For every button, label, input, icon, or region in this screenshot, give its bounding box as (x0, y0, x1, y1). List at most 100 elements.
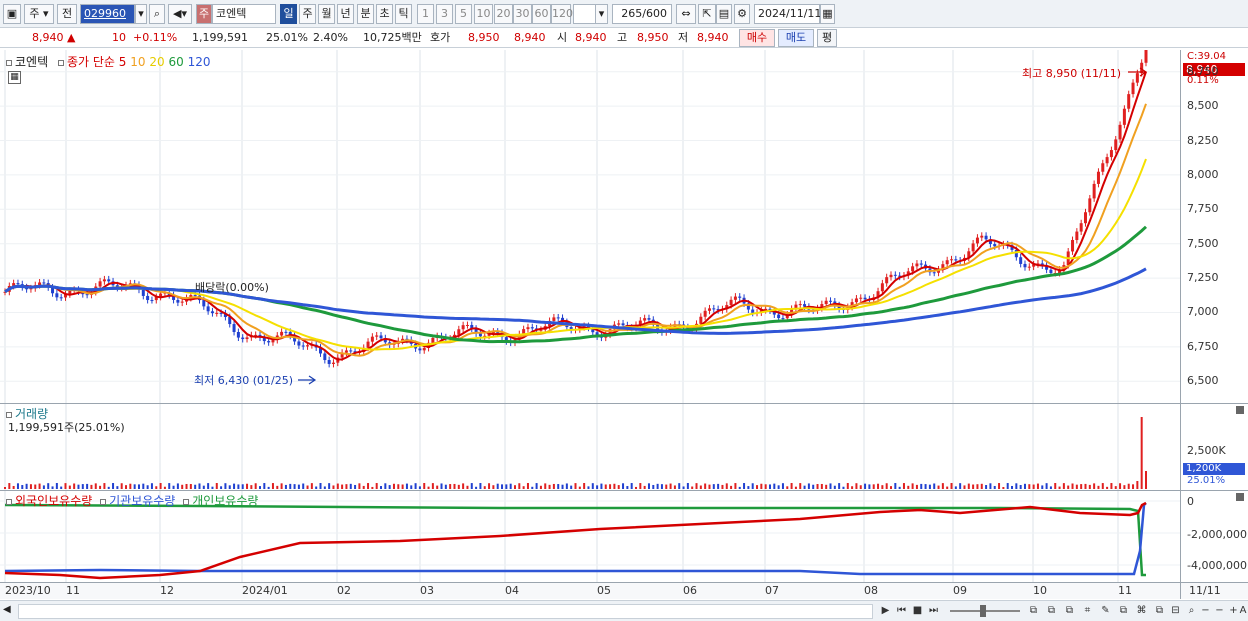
grid-icon[interactable]: ▦ (8, 71, 21, 84)
num-120[interactable]: 120 (551, 4, 573, 24)
stock-code-input[interactable]: 029960 (80, 4, 135, 24)
scroll-track[interactable] (18, 604, 873, 619)
layout-c-icon[interactable]: ⧉ (1062, 603, 1077, 619)
candle-body (1118, 124, 1122, 140)
retail-toggle-icon[interactable] (183, 498, 190, 505)
inst-toggle-icon[interactable] (100, 498, 107, 505)
candle-body (327, 360, 331, 364)
volume-bar (1084, 483, 1087, 489)
candle-body (1023, 263, 1027, 268)
volume-bar (427, 486, 430, 489)
volume-bar (1075, 484, 1078, 489)
code-dropdown-icon[interactable]: ▾ (135, 4, 147, 24)
volume-bar (924, 484, 927, 489)
period-month[interactable]: 월 (318, 4, 335, 24)
search-icon[interactable]: ⌕ (149, 4, 165, 24)
zoom-icon[interactable]: ⇔ (676, 4, 696, 24)
price-tick-label: 7,750 (1187, 202, 1219, 216)
volume-bar (518, 483, 521, 489)
low-annotation: 최저 6,430 (01/25) (194, 374, 293, 387)
volume-toggle-icon[interactable] (6, 411, 12, 418)
num-30[interactable]: 30 (513, 4, 532, 24)
layout-b-icon[interactable]: ⧉ (1044, 603, 1059, 619)
price-panel: 최고 8,950 (11/11) 최저 6,430 (01/25) 배당락(0.00… (0, 50, 1248, 404)
volume-bar (207, 483, 210, 489)
period-day[interactable]: 일 (280, 4, 297, 24)
bar-count-field[interactable]: 265/600 (612, 4, 672, 24)
period-second[interactable]: 초 (376, 4, 393, 24)
legend-institution: 기관보유수량 (109, 494, 176, 508)
price-chart[interactable]: 최고 8,950 (11/11) 최저 6,430 (01/25) 배당락(0.00… (0, 50, 1180, 403)
volume-bar (1127, 483, 1130, 489)
prev-button[interactable]: 전 (57, 4, 77, 24)
num-5[interactable]: 5 (455, 4, 472, 24)
volume-bar (505, 484, 508, 489)
volume-bar (1019, 485, 1022, 489)
volume-bar (271, 483, 274, 489)
stop-icon[interactable]: ■ (910, 603, 925, 619)
period-minute[interactable]: 분 (357, 4, 374, 24)
num-1[interactable]: 1 (417, 4, 434, 24)
volume-bar (297, 484, 300, 489)
volume-bar (237, 484, 240, 489)
compare-icon[interactable]: ⧉ (1116, 603, 1131, 619)
draw-icon[interactable]: ✎ (1098, 603, 1113, 619)
volume-bar (38, 483, 41, 489)
layout-d-icon[interactable]: ⊟ (1168, 603, 1183, 619)
foreign-toggle-icon[interactable] (6, 498, 12, 505)
volume-bar (881, 485, 884, 489)
high-label: 고 (617, 31, 628, 44)
num-60[interactable]: 60 (532, 4, 551, 24)
scroll-left-icon[interactable]: ◀ (3, 604, 17, 619)
candle-body (781, 318, 785, 320)
custom-dropdown-icon[interactable]: ▾ (595, 4, 608, 24)
stock-name-field[interactable]: 코엔텍 (212, 4, 276, 24)
period-year[interactable]: 년 (337, 4, 354, 24)
num-10[interactable]: 10 (474, 4, 493, 24)
panel-close-icon[interactable] (1236, 406, 1244, 414)
volume-bar (42, 485, 45, 489)
period-week[interactable]: 주 (299, 4, 316, 24)
font-size-icon[interactable]: A (1238, 603, 1248, 619)
avg-button[interactable]: 평 (817, 29, 837, 47)
rewind-icon[interactable]: ⏮ (894, 603, 909, 619)
num-20[interactable]: 20 (494, 4, 513, 24)
settings-icon[interactable]: ⚙ (734, 4, 750, 24)
volume-bar (656, 483, 659, 489)
save-icon[interactable]: ▤ (716, 4, 732, 24)
volume-bar (777, 485, 780, 489)
volume-chart[interactable] (0, 404, 1180, 490)
period-tick[interactable]: 틱 (395, 4, 412, 24)
num-3[interactable]: 3 (436, 4, 453, 24)
holdings-close-icon[interactable] (1236, 493, 1244, 501)
link-icon[interactable]: ⇱ (698, 4, 716, 24)
volume-bar (920, 483, 923, 489)
zoom-minus-icon[interactable]: − (1212, 603, 1227, 619)
market-select[interactable]: 주 ▾ (24, 4, 54, 24)
volume-bar (885, 483, 888, 489)
sound-icon[interactable]: ◀▾ (168, 4, 192, 24)
volume-bar (626, 486, 629, 489)
candle-body (617, 323, 621, 325)
copy-icon[interactable]: ⧉ (1152, 603, 1167, 619)
filter-icon[interactable]: ⌘ (1134, 603, 1149, 619)
volume-bar (1045, 483, 1048, 489)
candle-body (202, 300, 206, 307)
layout-a-icon[interactable]: ⧉ (1026, 603, 1041, 619)
buy-button[interactable]: 매수 (739, 29, 775, 47)
scroll-right-icon[interactable]: ▶ (878, 603, 893, 619)
sell-button[interactable]: 매도 (778, 29, 814, 47)
forward-icon[interactable]: ⏭ (926, 603, 941, 619)
ma-legend-toggle-icon[interactable] (57, 59, 64, 66)
volume-bar (168, 483, 171, 489)
calendar-icon[interactable]: ▦ (820, 4, 835, 24)
zoom-slider-handle[interactable] (980, 605, 986, 617)
measure-icon[interactable]: ⌗ (1080, 603, 1095, 619)
legend-toggle-icon[interactable] (6, 59, 12, 66)
zoom-out-icon[interactable]: − (1198, 603, 1213, 619)
volume-bar (829, 483, 832, 489)
zoom-search-icon[interactable]: ⌕ (1184, 603, 1199, 619)
layout-icon[interactable]: ▣ (3, 4, 21, 24)
price-legend: 코엔텍 종가 단순 5 10 20 60 120 (6, 53, 210, 70)
date-field[interactable]: 2024/11/11 (754, 4, 821, 24)
